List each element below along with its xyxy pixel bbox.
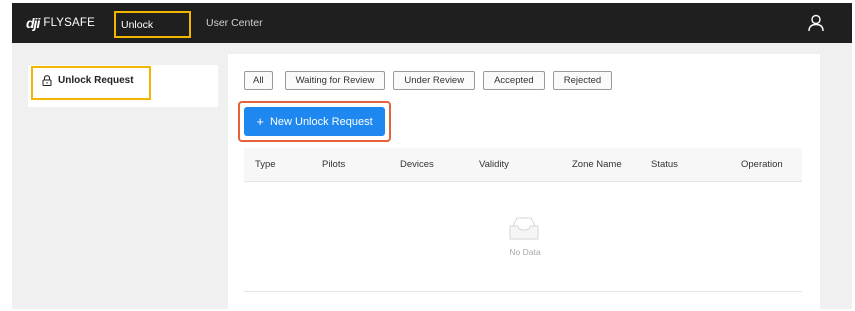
dji-flysafe-logo[interactable]: dji FLYSAFE (26, 15, 96, 31)
nav-unlock-request[interactable]: Unlock Request (114, 11, 191, 56)
column-header-type: Type (255, 159, 276, 170)
empty-state-text: No Data (509, 247, 541, 257)
new-unlock-request-button[interactable]: + New Unlock Request (244, 107, 385, 136)
dji-logo-mark: dji (26, 15, 40, 31)
column-header-devices: Devices (400, 159, 434, 170)
user-icon[interactable] (808, 14, 824, 32)
filter-accepted-button[interactable]: Accepted (483, 71, 545, 90)
sidebar: Unlock Request (28, 65, 218, 107)
new-unlock-request-label: New Unlock Request (269, 115, 373, 128)
sidebar-item-unlock-request[interactable]: Unlock Request (42, 75, 134, 86)
content-area: Unlock Request All Waiting for Review Un… (12, 43, 852, 309)
empty-inbox-icon (509, 217, 539, 240)
filter-rejected-button[interactable]: Rejected (552, 71, 613, 90)
table-bottom-divider (244, 291, 802, 292)
filter-under-review-button[interactable]: Under Review (393, 71, 476, 90)
column-header-operation: Operation (741, 159, 783, 170)
top-nav-bar: dji FLYSAFE Unlock Request User Center (12, 3, 852, 56)
flysafe-logo-text: FLYSAFE (43, 17, 96, 29)
nav-user-center[interactable]: User Center (201, 11, 268, 38)
main-panel: All Waiting for Review Under Review Acce… (228, 54, 820, 309)
page: dji FLYSAFE Unlock Request User Center U… (0, 0, 855, 311)
column-header-pilots: Pilots (322, 159, 346, 170)
plus-icon: + (256, 114, 264, 129)
column-header-validity: Validity (479, 159, 509, 170)
filter-waiting-for-review-button[interactable]: Waiting for Review (284, 71, 386, 90)
table-header: Type Pilots Devices Validity Zone Name S… (244, 148, 802, 182)
lock-icon (42, 75, 52, 86)
filter-all-button[interactable]: All (244, 71, 273, 90)
sidebar-item-label: Unlock Request (58, 75, 134, 86)
new-request-highlight-box: + New Unlock Request (238, 101, 391, 142)
status-filter-group: All Waiting for Review Under Review Acce… (244, 71, 620, 90)
column-header-status: Status (651, 159, 678, 170)
column-header-zone-name: Zone Name (572, 159, 622, 170)
